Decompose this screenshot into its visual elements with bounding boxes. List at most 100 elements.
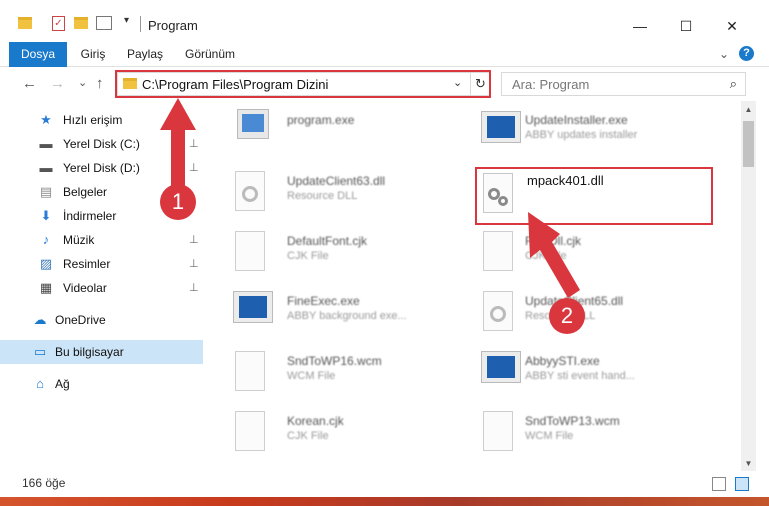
file-name: DefaultFont.cjk [287, 234, 368, 248]
tab-view[interactable]: Görünüm [180, 42, 240, 67]
videos-icon: ▦ [39, 280, 53, 295]
cloud-icon: ☁ [33, 312, 47, 327]
sidebar-item-network[interactable]: ⌂ Ağ [0, 372, 203, 396]
address-highlight [115, 70, 491, 98]
list-item[interactable]: AbbyySTI.exe ABBY sti event hand... [463, 343, 703, 399]
network-icon: ⌂ [36, 376, 44, 391]
file-name: Korean.cjk [287, 414, 344, 428]
up-button[interactable]: ↑ [96, 75, 104, 92]
window-title: Program [148, 18, 198, 33]
sidebar-item-label: OneDrive [55, 313, 106, 327]
sidebar-item-label: Hızlı erişim [63, 113, 123, 127]
music-icon: ♪ [42, 232, 50, 247]
scroll-thumb[interactable] [743, 121, 754, 167]
sidebar-item-label: Yerel Disk (C:) [63, 137, 140, 151]
sidebar-item-local-disk-c[interactable]: ▬ Yerel Disk (C:) ⊥ [0, 132, 203, 156]
new-folder-icon[interactable] [74, 17, 88, 29]
view-options-icon[interactable] [96, 16, 112, 30]
file-name: UpdateClient63.dll [287, 174, 386, 188]
step-1-badge: 1 [160, 184, 196, 220]
list-item[interactable]: program.exe [215, 103, 455, 159]
sidebar-item-local-disk-d[interactable]: ▬ Yerel Disk (D:) ⊥ [0, 156, 203, 180]
search-icon[interactable]: ⌕ [730, 76, 737, 92]
sidebar-item-pictures[interactable]: ▨ Resimler ⊥ [0, 252, 203, 276]
file-name: FontDll.cjk [525, 234, 582, 248]
large-icons-view-icon[interactable] [735, 477, 749, 491]
pin-icon: ⊥ [189, 258, 199, 270]
sidebar-item-label: Videolar [63, 281, 107, 295]
sidebar-item-label: Yerel Disk (D:) [63, 161, 140, 175]
file-type: ABBY updates installer [525, 129, 638, 141]
ribbon-tabs: Dosya Giriş Paylaş Görünüm ⌄ ? [0, 42, 769, 98]
sidebar-item-this-pc[interactable]: ▭ Bu bilgisayar [0, 340, 203, 364]
customize-toolbar-icon[interactable]: ▾ [124, 15, 129, 26]
file-type: WCM File [525, 430, 574, 442]
help-icon[interactable]: ? [739, 46, 754, 61]
list-item[interactable]: SndToWP16.wcm WCM File [215, 343, 455, 399]
list-item[interactable]: SndToWP13.wcm WCM File [463, 403, 703, 459]
list-item[interactable]: FontDll.cjk CJK File [463, 223, 703, 279]
file-type: CJK File [287, 430, 329, 442]
sidebar-item-label: Müzik [63, 233, 95, 247]
list-item[interactable]: Korean.cjk CJK File [215, 403, 455, 459]
file-icon [483, 231, 513, 271]
file-name: program.exe [287, 113, 355, 127]
file-type: ABBY background exe... [287, 310, 407, 322]
scroll-down-icon[interactable]: ▼ [741, 459, 756, 468]
status-bar: 166 öğe [0, 471, 769, 497]
list-item[interactable]: UpdateClient63.dll Resource DLL [215, 163, 455, 219]
pin-icon: ⊥ [189, 282, 199, 294]
scroll-up-icon[interactable]: ▲ [741, 105, 756, 114]
file-name: FineExec.exe [287, 294, 360, 308]
file-name: AbbyySTI.exe [525, 354, 600, 368]
pin-icon: ⊥ [189, 138, 199, 150]
dll-icon [483, 291, 513, 331]
sidebar-item-label: İndirmeler [63, 209, 117, 223]
tab-home[interactable]: Giriş [72, 42, 114, 67]
sidebar-item-videos[interactable]: ▦ Videolar ⊥ [0, 276, 203, 300]
file-name: SndToWP16.wcm [287, 354, 382, 368]
exe-icon [237, 109, 269, 139]
pin-icon: ⊥ [189, 234, 199, 246]
file-list: program.exe UpdateInstaller.exe ABBY upd… [205, 101, 741, 471]
details-view-icon[interactable] [712, 477, 726, 491]
explorer-window: ✓ ▾ Program — ☐ ✕ Dosya Giriş Paylaş Gör… [0, 0, 769, 497]
recent-locations-icon[interactable]: ⌄ [78, 76, 87, 89]
sidebar-item-label: Ağ [55, 377, 70, 391]
sidebar-item-label: Belgeler [63, 185, 108, 199]
file-name: UpdateInstaller.exe [525, 113, 628, 127]
minimize-button[interactable]: — [617, 12, 663, 40]
drive-icon: ▬ [39, 136, 53, 151]
search-input[interactable]: Ara: Program [512, 77, 589, 92]
file-icon [235, 411, 265, 451]
title-separator [140, 16, 141, 32]
title-bar: ✓ ▾ Program — ☐ ✕ [0, 0, 769, 42]
list-item[interactable]: FineExec.exe ABBY background exe... [215, 283, 455, 339]
sidebar-item-onedrive[interactable]: ☁ OneDrive [0, 308, 203, 332]
pictures-icon: ▨ [39, 256, 53, 271]
star-icon: ★ [40, 112, 52, 127]
sidebar-item-music[interactable]: ♪ Müzik ⊥ [0, 228, 203, 252]
sidebar-item-label: Resimler [63, 257, 111, 271]
item-count: 166 öğe [22, 476, 66, 490]
ribbon-expand-icon[interactable]: ⌄ [716, 42, 732, 67]
navigation-bar: ← → ⌄ ↑ C:\Program Files\Program Dizini … [0, 67, 769, 101]
documents-icon: ▤ [39, 184, 53, 199]
back-button[interactable]: ← [22, 75, 37, 92]
download-icon: ⬇ [40, 208, 52, 223]
maximize-button[interactable]: ☐ [663, 12, 709, 40]
tab-share[interactable]: Paylaş [124, 42, 166, 67]
exe-icon [481, 351, 521, 383]
close-button[interactable]: ✕ [709, 12, 755, 40]
sidebar-item-quick-access[interactable]: ★ Hızlı erişim [0, 108, 203, 132]
file-highlight [475, 167, 713, 225]
list-item[interactable]: DefaultFont.cjk CJK File [215, 223, 455, 279]
pin-icon: ⊥ [189, 162, 199, 174]
list-item[interactable]: UpdateInstaller.exe ABBY updates install… [463, 103, 703, 159]
vertical-scrollbar[interactable]: ▲ ▼ [741, 101, 756, 471]
search-box[interactable]: Ara: Program ⌕ [501, 72, 746, 96]
properties-icon[interactable]: ✓ [52, 16, 65, 31]
folder-icon [18, 17, 32, 29]
file-name: SndToWP13.wcm [525, 414, 620, 428]
forward-button[interactable]: → [50, 75, 65, 92]
